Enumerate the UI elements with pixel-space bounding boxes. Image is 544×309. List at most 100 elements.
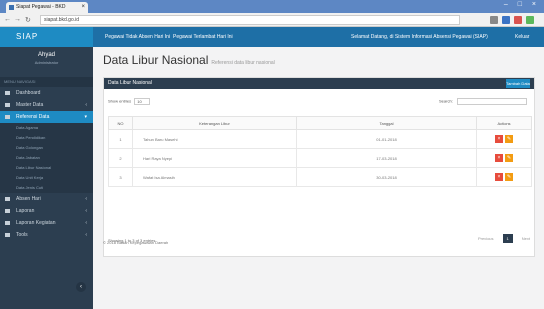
calendar-icon — [5, 197, 10, 201]
cell-no: 3 — [108, 167, 133, 187]
column-header: Actions — [476, 116, 532, 130]
cell-no: 2 — [108, 148, 133, 168]
sidebar-subitem[interactable]: Data Unit Kerja — [0, 173, 93, 183]
sidebar-item-label: Master Data — [16, 102, 44, 108]
chevron-icon: ‹ — [85, 232, 87, 238]
cell-date: 30-03-2018 — [296, 167, 477, 187]
sidebar-item-dashboard[interactable]: Dashboard — [0, 87, 93, 99]
sidebar-item-label: Referensi Data — [16, 114, 50, 120]
sidebar-item-label: Dashboard — [16, 90, 41, 96]
forward-icon[interactable]: → — [14, 16, 21, 23]
panel-title: Data Libur Nasional — [108, 80, 152, 86]
page-title: Data Libur Nasional Referensi data libur … — [103, 53, 275, 67]
chevron-icon: ‹ — [85, 196, 87, 202]
sidebar-item-laporan-kegiatan[interactable]: Laporan Kegiatan ‹ — [0, 217, 93, 229]
sidebar-item-master-data[interactable]: Master Data ‹ — [0, 99, 93, 111]
page-title-text: Data Libur Nasional — [103, 53, 209, 67]
extension-icon[interactable] — [490, 16, 498, 24]
cell-name: Hari Raya Nyepi — [132, 148, 297, 168]
address-bar-row: ← → ↻ siapat.bkd.go.id — [0, 13, 544, 27]
sidebar-subitem[interactable]: Data Agama — [0, 123, 93, 133]
edit-icon[interactable]: ✎ — [505, 154, 513, 162]
table-row: 3 Wafat Isa Almasih 30-03-2018 × ✎ — [108, 167, 532, 187]
sidebar: SIAP Ahyad Administrator MENU NAVIGASI D… — [0, 27, 93, 309]
sidebar-subitem[interactable]: Data Golongan — [0, 143, 93, 153]
notif-terlambat-link[interactable]: Pegawai Terlambat Hari Ini — [173, 34, 233, 40]
data-panel: Data Libur Nasional Tambah Data Show ent… — [103, 77, 535, 257]
top-navbar: Pegawai Tidak Absen Hari Ini Pegawai Ter… — [93, 27, 544, 47]
list-icon — [5, 115, 10, 119]
delete-icon[interactable]: × — [495, 135, 503, 143]
cell-name: Tahun Baru Masehi — [132, 129, 297, 149]
add-button[interactable]: Tambah Data — [506, 79, 530, 88]
sidebar-subitem[interactable]: Data Libur Nasional — [0, 163, 93, 173]
sidebar-item-laporan[interactable]: Laporan ‹ — [0, 205, 93, 217]
data-table: NO Keterangan Libur Tanggal Actions 1 Ta… — [108, 116, 532, 187]
column-header[interactable]: NO — [108, 116, 133, 130]
dashboard-icon — [5, 91, 10, 95]
search-label: Search: — [439, 98, 453, 104]
cell-actions: × ✎ — [476, 148, 532, 168]
sidebar-subitem[interactable]: Data Jabatan — [0, 153, 93, 163]
main-content: Data Libur Nasional Referensi data libur … — [93, 47, 544, 309]
sidebar-subitem[interactable]: Data Pendidikan — [0, 133, 93, 143]
user-panel: Ahyad Administrator — [0, 47, 93, 77]
url-input[interactable]: siapat.bkd.go.id — [40, 15, 460, 25]
window-controls[interactable]: – □ × — [504, 1, 540, 8]
user-name: Ahyad — [37, 52, 55, 58]
tools-icon — [5, 233, 10, 237]
show-label: Show entries — [108, 98, 132, 104]
sidebar-item-referensi-data[interactable]: Referensi Data ▾ — [0, 111, 93, 123]
next-page-button[interactable]: Next — [522, 236, 530, 241]
tab-close-icon[interactable]: × — [81, 2, 85, 13]
reload-icon[interactable]: ↻ — [25, 16, 31, 24]
extension-icon[interactable] — [502, 16, 510, 24]
extension-icon[interactable] — [514, 16, 522, 24]
page-number-button[interactable]: 1 — [502, 234, 513, 243]
chevron-icon: ‹ — [85, 220, 87, 226]
chart-icon — [5, 221, 10, 225]
browser-titlebar: Siapat Pegawai - BKD × – □ × — [0, 0, 544, 13]
sidebar-item-label: Laporan Kegiatan — [16, 220, 56, 226]
folder-icon — [5, 103, 10, 107]
footer-text: © 2018 Badan Kepegawaian Daerah — [103, 240, 169, 245]
cell-actions: × ✎ — [476, 167, 532, 187]
edit-icon[interactable]: ✎ — [505, 173, 513, 181]
delete-icon[interactable]: × — [495, 154, 503, 162]
extension-icon[interactable] — [526, 16, 534, 24]
page-subtitle: Referensi data libur nasional — [211, 60, 275, 66]
welcome-text: Selamat Datang, di Sistem Informasi Abse… — [351, 34, 488, 40]
prev-page-button[interactable]: Previous — [478, 236, 494, 241]
report-icon — [5, 209, 10, 213]
entries-select[interactable]: 10 — [134, 98, 151, 105]
sidebar-item-tools[interactable]: Tools ‹ — [0, 229, 93, 241]
user-role: Administrator — [34, 60, 59, 65]
edit-icon[interactable]: ✎ — [505, 135, 513, 143]
column-header[interactable]: Keterangan Libur — [132, 116, 297, 130]
sidebar-item-label: Laporan — [16, 208, 35, 214]
table-row: 1 Tahun Baru Masehi 01-01-2018 × ✎ — [108, 129, 532, 149]
menu-header: MENU NAVIGASI — [0, 77, 93, 87]
tab-title: Siapat Pegawai - BKD — [16, 4, 66, 10]
delete-icon[interactable]: × — [495, 173, 503, 181]
search-input[interactable] — [456, 98, 527, 105]
column-header[interactable]: Tanggal — [296, 116, 477, 130]
table-header-row: NO Keterangan Libur Tanggal Actions — [108, 116, 532, 130]
sidebar-subitem[interactable]: Data Jenis Cuti — [0, 183, 93, 193]
logout-link[interactable]: Keluar — [515, 34, 529, 40]
brand-name: SIAP — [16, 32, 39, 41]
chevron-down-icon: ▾ — [84, 114, 87, 120]
sidebar-item-absen[interactable]: Absen Hari ‹ — [0, 193, 93, 205]
back-icon[interactable]: ← — [4, 16, 11, 23]
browser-tab[interactable]: Siapat Pegawai - BKD × — [6, 2, 88, 13]
sidebar-toggle-button[interactable]: ‹ — [76, 282, 86, 292]
cell-name: Wafat Isa Almasih — [132, 167, 297, 187]
favicon-icon — [9, 5, 14, 10]
entries-control: Show entries 10 — [108, 98, 152, 105]
cell-date: 01-01-2018 — [296, 129, 477, 149]
chevron-icon: ‹ — [85, 208, 87, 214]
brand-logo[interactable]: SIAP — [0, 27, 93, 47]
cell-date: 17-03-2018 — [296, 148, 477, 168]
sidebar-item-label: Tools — [16, 232, 28, 238]
notif-absen-link[interactable]: Pegawai Tidak Absen Hari Ini — [105, 34, 170, 40]
